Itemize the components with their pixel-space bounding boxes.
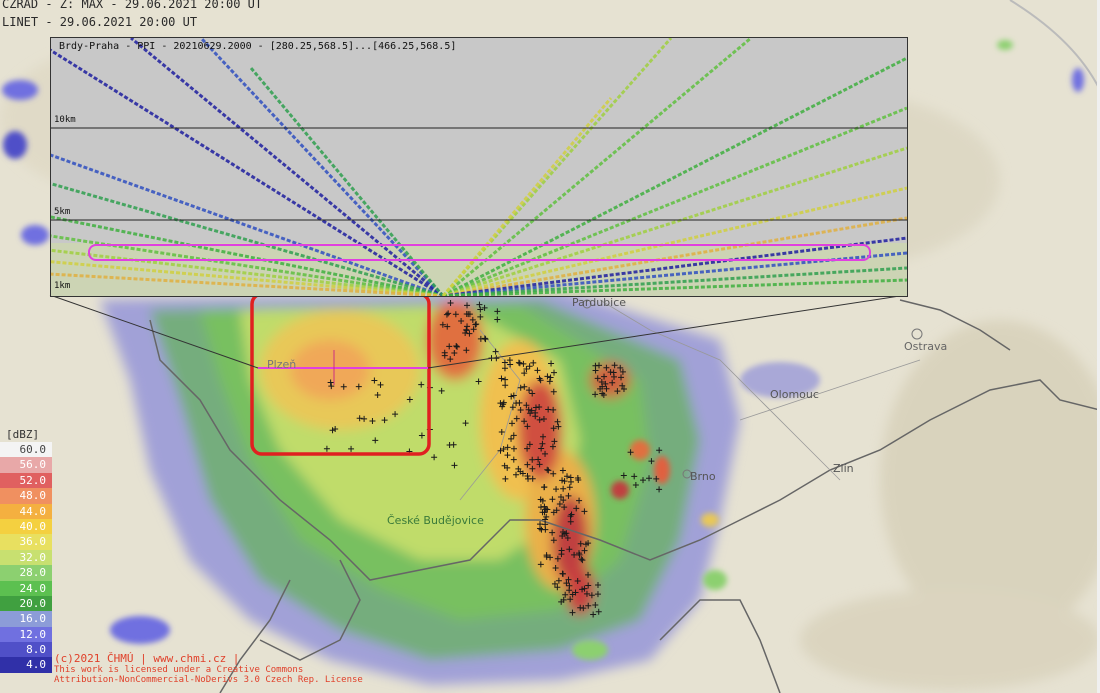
city-label-ceske-budejovice: České Budějovice bbox=[387, 514, 484, 527]
legend-level: 48.0 bbox=[0, 488, 52, 504]
copyright-notice: (c)2021 ČHMÚ | www.chmi.cz | This work i… bbox=[54, 652, 363, 685]
cross-section-plot bbox=[51, 38, 907, 296]
legend-level: 8.0 bbox=[0, 642, 52, 658]
legend-level: 36.0 bbox=[0, 534, 52, 550]
license-line: This work is licensed under a Creative C… bbox=[54, 665, 304, 675]
city-label-pardubice: Pardubice bbox=[572, 296, 627, 309]
lightning-title: LINET - 29.06.2021 20:00 UT bbox=[2, 15, 198, 29]
legend-level: 44.0 bbox=[0, 503, 52, 519]
legend-level: 16.0 bbox=[0, 611, 52, 627]
legend-scale: 60.0 56.0 52.0 48.0 44.0 40.0 36.0 32.0 28.0 24.0… bbox=[0, 442, 52, 673]
legend-level: 4.0 bbox=[0, 657, 52, 673]
legend-level: 12.0 bbox=[0, 626, 52, 643]
city-label-plzen: Plzeň bbox=[267, 358, 297, 371]
product-title: CZRAD - Z: MAX - 29.06.2021 20:00 UT bbox=[2, 0, 263, 11]
legend-level: 56.0 bbox=[0, 457, 52, 473]
vertical-cross-section-panel[interactable]: Brdy-Praha - PPI - 20210629.2000 - [280.… bbox=[50, 37, 908, 297]
legend-level: 32.0 bbox=[0, 549, 52, 566]
city-label-zlin: Zlín bbox=[833, 462, 854, 475]
legend-level: 20.0 bbox=[0, 595, 52, 612]
legend-level: 40.0 bbox=[0, 518, 52, 535]
license-name-line: Attribution-NonCommercial-NoDerivs 3.0 C… bbox=[54, 675, 363, 685]
legend-unit: [dBZ] bbox=[6, 428, 40, 441]
legend-level: 52.0 bbox=[0, 472, 52, 489]
legend-level: 60.0 bbox=[0, 442, 52, 458]
level-label-5km: 5km bbox=[54, 207, 71, 217]
level-label-10km: 10km bbox=[54, 115, 76, 125]
radar-map-view: CZRAD - Z: MAX - 29.06.2021 20:00 UT LIN… bbox=[0, 0, 1100, 693]
legend-level: 24.0 bbox=[0, 580, 52, 596]
legend-level: 28.0 bbox=[0, 565, 52, 581]
level-label-1km: 1km bbox=[54, 281, 71, 291]
city-label-brno: Brno bbox=[690, 470, 716, 483]
city-label-ostrava: Ostrava bbox=[904, 340, 948, 353]
city-label-olomouc: Olomouc bbox=[770, 388, 819, 401]
dbz-legend: [dBZ] 60.0 56.0 52.0 48.0 44.0 40.0 36.0 32.0 28… bbox=[0, 428, 52, 673]
copyright-line: (c)2021 ČHMÚ | www.chmi.cz | bbox=[54, 652, 240, 665]
cross-section-title: Brdy-Praha - PPI - 20210629.2000 - [280.… bbox=[59, 41, 457, 52]
